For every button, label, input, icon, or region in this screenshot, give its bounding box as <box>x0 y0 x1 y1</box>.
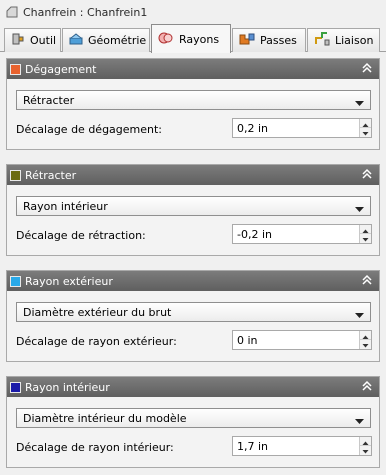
color-swatch <box>10 63 21 75</box>
chevron-down-icon <box>355 309 364 322</box>
tab-outil[interactable]: Outil <box>4 28 61 52</box>
panel-title: Rayon extérieur <box>25 274 113 288</box>
outer-radius-select[interactable]: Diamètre extérieur du brut <box>16 302 371 322</box>
tab-rayons[interactable]: Rayons <box>151 24 231 53</box>
panel-header[interactable]: Rayon intérieur <box>7 377 379 397</box>
panel-rayon-interieur: Rayon intérieur Diamètre intérieur du mo… <box>6 376 380 468</box>
outer-radius-offset-input[interactable]: 0 in <box>232 330 372 350</box>
tab-label: Liaison <box>335 34 374 47</box>
panel-title: Rétracter <box>25 168 77 182</box>
passes-icon <box>239 32 255 49</box>
color-swatch <box>10 381 21 393</box>
panel-rayon-exterieur: Rayon extérieur Diamètre extérieur du br… <box>6 270 380 362</box>
decrement-button[interactable] <box>360 340 371 349</box>
input-value: 0 in <box>237 334 258 347</box>
select-value: Rayon intérieur <box>23 199 108 213</box>
panel-header[interactable]: Dégagement <box>7 59 379 79</box>
panel-degagement: Dégagement Rétracter Décalage de dégagem… <box>6 58 380 150</box>
retract-mode-select[interactable]: Rétracter <box>16 90 371 110</box>
stepper <box>359 119 371 137</box>
tool-icon <box>11 32 25 49</box>
panel-title: Rayon intérieur <box>25 380 110 394</box>
tab-label: Rayons <box>179 32 220 46</box>
chevron-down-icon <box>355 415 364 428</box>
field-label: Décalage de dégagement: <box>16 123 163 136</box>
select-value: Diamètre extérieur du brut <box>23 305 172 319</box>
collapse-icon[interactable] <box>361 274 373 286</box>
window-title: Chanfrein : Chanfrein1 <box>23 5 148 19</box>
increment-button[interactable] <box>360 225 371 234</box>
decrement-button[interactable] <box>360 234 371 243</box>
color-swatch <box>10 169 21 181</box>
linking-icon <box>314 32 330 49</box>
retract-radius-select[interactable]: Rayon intérieur <box>16 196 371 216</box>
stepper <box>359 331 371 349</box>
collapse-icon[interactable] <box>361 380 373 392</box>
tab-passes[interactable]: Passes <box>232 28 306 52</box>
stepper <box>359 437 371 455</box>
tab-bar: Outil Géométrie Rayons Passes Liaison <box>0 24 386 53</box>
collapse-icon[interactable] <box>361 62 373 74</box>
collapse-icon[interactable] <box>361 168 373 180</box>
window-titlebar: Chanfrein : Chanfrein1 <box>0 0 386 24</box>
tab-liaison[interactable]: Liaison <box>307 28 380 52</box>
select-value: Diamètre intérieur du modèle <box>23 411 187 425</box>
panel-retracter: Rétracter Rayon intérieur Décalage de ré… <box>6 164 380 256</box>
field-label: Décalage de rayon extérieur: <box>16 335 177 348</box>
tab-label: Outil <box>30 34 57 47</box>
decrement-button[interactable] <box>360 128 371 137</box>
select-value: Rétracter <box>23 93 75 107</box>
stepper <box>359 225 371 243</box>
radii-icon <box>158 31 174 48</box>
field-label: Décalage de rétraction: <box>16 229 146 242</box>
field-label: Décalage de rayon intérieur: <box>16 441 174 454</box>
chamfer-icon <box>6 6 18 18</box>
chevron-down-icon <box>355 97 364 110</box>
color-swatch <box>10 275 21 287</box>
geometry-icon <box>69 32 83 49</box>
increment-button[interactable] <box>360 119 371 128</box>
clearance-offset-input[interactable]: 0,2 in <box>232 118 372 138</box>
tab-label: Géométrie <box>88 34 147 47</box>
retract-offset-input[interactable]: -0,2 in <box>232 224 372 244</box>
chevron-down-icon <box>355 203 364 216</box>
increment-button[interactable] <box>360 437 371 446</box>
panel-title: Dégagement <box>25 62 97 76</box>
inner-radius-select[interactable]: Diamètre intérieur du modèle <box>16 408 371 428</box>
tab-label: Passes <box>260 34 297 47</box>
decrement-button[interactable] <box>360 446 371 455</box>
tab-geometrie[interactable]: Géométrie <box>62 28 150 52</box>
increment-button[interactable] <box>360 331 371 340</box>
input-value: 1,7 in <box>237 440 269 453</box>
input-value: -0,2 in <box>237 228 272 241</box>
inner-radius-offset-input[interactable]: 1,7 in <box>232 436 372 456</box>
panel-header[interactable]: Rayon extérieur <box>7 271 379 291</box>
panel-header[interactable]: Rétracter <box>7 165 379 185</box>
input-value: 0,2 in <box>237 122 269 135</box>
